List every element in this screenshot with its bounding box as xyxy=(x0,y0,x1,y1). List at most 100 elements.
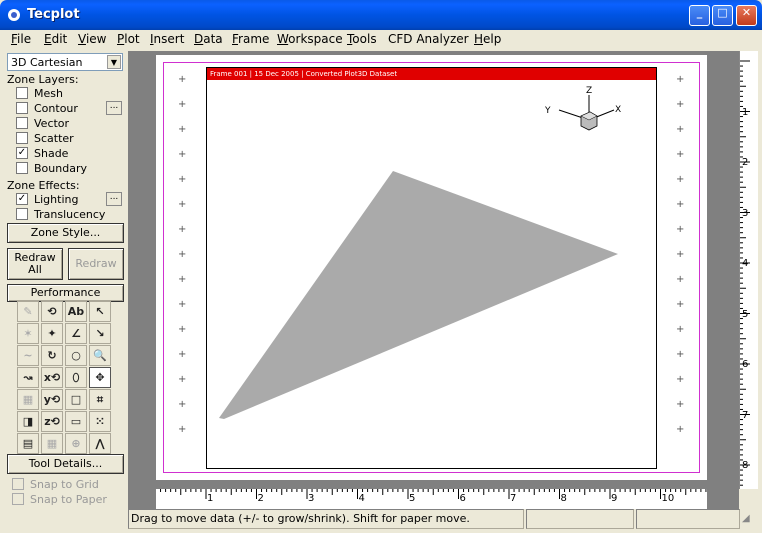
paper[interactable]: + + + + + + + + + + + + + + + + + + + + + + + + + + + + + + Z Y X Fra… xyxy=(156,55,707,480)
translate-tool-button[interactable]: ✥ xyxy=(89,367,111,388)
zone-style-button[interactable]: Zone Style... xyxy=(7,223,124,243)
checkmark-icon[interactable]: ✓ xyxy=(16,147,28,159)
menu-edit[interactable]: Edit xyxy=(44,32,67,46)
grid-mark: + xyxy=(178,99,187,110)
checkbox-contour[interactable]: Contour xyxy=(16,102,78,116)
adjust-tool-button[interactable]: ↘ xyxy=(89,323,111,344)
performance-button[interactable]: Performance xyxy=(7,284,124,302)
checkbox-lighting[interactable]: ✓ Lighting xyxy=(16,193,78,207)
shaded-zone[interactable] xyxy=(219,171,618,419)
menu-mnemonic: V xyxy=(78,32,86,46)
workspace[interactable]: + + + + + + + + + + + + + + + + + + + + + + + + + + + + + + Z Y X Fra… xyxy=(128,51,739,489)
select-icon: ↖ xyxy=(95,305,105,318)
tool-details-button[interactable]: Tool Details... xyxy=(7,454,124,474)
select-tool-button[interactable]: ↖ xyxy=(89,301,111,322)
probe-tool-button[interactable]: ✶ xyxy=(17,323,39,344)
checkbox-icon[interactable] xyxy=(16,102,28,114)
text-tool-button[interactable]: Ab xyxy=(65,301,87,322)
maximize-button[interactable]: □ xyxy=(712,5,733,26)
checkbox-label: Boundary xyxy=(34,162,87,175)
extract-tool-button[interactable]: ◨ xyxy=(17,411,39,432)
slice-icon: ↝ xyxy=(23,371,33,384)
grid-mark: + xyxy=(178,324,187,335)
menu-label: orkspace xyxy=(288,32,343,46)
menu-frame[interactable]: Frame xyxy=(232,32,269,46)
plot-canvas[interactable]: Z Y X xyxy=(207,68,656,468)
spin-icon: ↻ xyxy=(47,349,57,362)
z-rotate-tool-button[interactable]: z⟲ xyxy=(41,411,63,432)
checkbox-vector[interactable]: Vector xyxy=(16,117,69,131)
sphere-tool-button[interactable]: ⊕ xyxy=(65,433,87,454)
rectangle-icon: ▭ xyxy=(70,415,82,428)
lighting-options-button[interactable]: ... xyxy=(106,192,122,206)
redraw-button[interactable]: Redraw xyxy=(68,248,124,280)
menu-view[interactable]: View xyxy=(78,32,106,46)
grid-mark: + xyxy=(178,424,187,435)
xy-line-tool-button[interactable]: ⋀ xyxy=(89,433,111,454)
ruler-number: 4 xyxy=(358,493,365,504)
axis-x-label: X xyxy=(615,105,621,115)
close-button[interactable]: ✕ xyxy=(736,5,757,26)
menu-plot[interactable]: Plot xyxy=(117,32,140,46)
grid-mark: + xyxy=(178,149,187,160)
polyline-tool-button[interactable]: ~ xyxy=(17,345,39,366)
checkbox-icon[interactable] xyxy=(16,87,28,99)
circle-tool-button[interactable]: ○ xyxy=(65,345,87,366)
rotate-tool-button[interactable]: ⟲ xyxy=(41,301,63,322)
scatter-tool-button[interactable]: ⁙ xyxy=(89,411,111,432)
checkbox-icon[interactable] xyxy=(16,132,28,144)
rotate-icon: ⟲ xyxy=(47,305,57,318)
ruler-number: 6 xyxy=(459,493,466,504)
plot-type-select[interactable]: 3D Cartesian ▼ xyxy=(7,53,123,71)
checkbox-icon xyxy=(12,478,24,490)
minimize-button[interactable]: _ xyxy=(689,5,710,26)
menu-file[interactable]: File xyxy=(11,32,31,46)
frame-tool-button[interactable]: ▤ xyxy=(17,433,39,454)
menu-help[interactable]: Help xyxy=(474,32,501,46)
menu-workspace[interactable]: Workspace xyxy=(277,32,343,46)
checkbox-icon[interactable] xyxy=(16,162,28,174)
square-tool-button[interactable]: □ xyxy=(65,389,87,410)
snap-to-grid-checkbox[interactable]: Snap to Grid xyxy=(12,478,99,491)
grid-tool-button[interactable]: ⌗ xyxy=(89,389,111,410)
resize-grip-icon[interactable]: ◢ xyxy=(742,513,756,527)
ellipse-tool-button[interactable]: ⬯ xyxy=(65,367,87,388)
menu-data[interactable]: Data xyxy=(194,32,223,46)
menu-label: elp xyxy=(483,32,502,46)
table-tool-button[interactable]: ▦ xyxy=(41,433,63,454)
slice-tool-button[interactable]: ↝ xyxy=(17,367,39,388)
spin-tool-button[interactable]: ↻ xyxy=(41,345,63,366)
checkbox-translucency[interactable]: Translucency xyxy=(16,208,105,222)
menu-tools[interactable]: Tools xyxy=(347,32,377,46)
chevron-down-icon[interactable]: ▼ xyxy=(107,55,121,69)
line-tool-button[interactable]: ∠ xyxy=(65,323,87,344)
checkbox-scatter[interactable]: Scatter xyxy=(16,132,74,146)
zoom-tool-button[interactable]: 🔍 xyxy=(89,345,111,366)
grid-mark: + xyxy=(178,124,187,135)
checkbox-icon[interactable] xyxy=(16,208,28,220)
contour-options-button[interactable]: ... xyxy=(106,101,122,115)
y-rotate-tool-button[interactable]: y⟲ xyxy=(41,389,63,410)
checkmark-icon[interactable]: ✓ xyxy=(16,193,28,205)
redraw-all-button[interactable]: Redraw All xyxy=(7,248,63,280)
geometry-tool-button[interactable]: ▦ xyxy=(17,389,39,410)
menu-insert[interactable]: Insert xyxy=(150,32,184,46)
checkbox-shade[interactable]: ✓ Shade xyxy=(16,147,68,161)
rectangle-tool-button[interactable]: ▭ xyxy=(65,411,87,432)
ruler-number: 3 xyxy=(742,207,749,219)
plot-frame[interactable]: Z Y X Frame 001 | 15 Dec 2005 | Converte… xyxy=(206,67,657,469)
menu-cfd-analyzer[interactable]: CFD Analyzer xyxy=(388,32,469,46)
plot-type-value: 3D Cartesian xyxy=(11,56,83,69)
ruler-number: 9 xyxy=(611,493,618,504)
checkbox-mesh[interactable]: Mesh xyxy=(16,87,63,101)
ruler-number: 5 xyxy=(742,308,749,320)
ruler-number: 7 xyxy=(510,493,517,504)
grid-mark: + xyxy=(676,149,685,160)
grid-mark: + xyxy=(676,224,685,235)
x-rotate-tool-button[interactable]: x⟲ xyxy=(41,367,63,388)
checkbox-icon[interactable] xyxy=(16,117,28,129)
zone-edit-tool-button[interactable]: ✎ xyxy=(17,301,39,322)
streamtrace-tool-button[interactable]: ✦ xyxy=(41,323,63,344)
snap-to-paper-checkbox[interactable]: Snap to Paper xyxy=(12,493,107,506)
checkbox-boundary[interactable]: Boundary xyxy=(16,162,87,176)
